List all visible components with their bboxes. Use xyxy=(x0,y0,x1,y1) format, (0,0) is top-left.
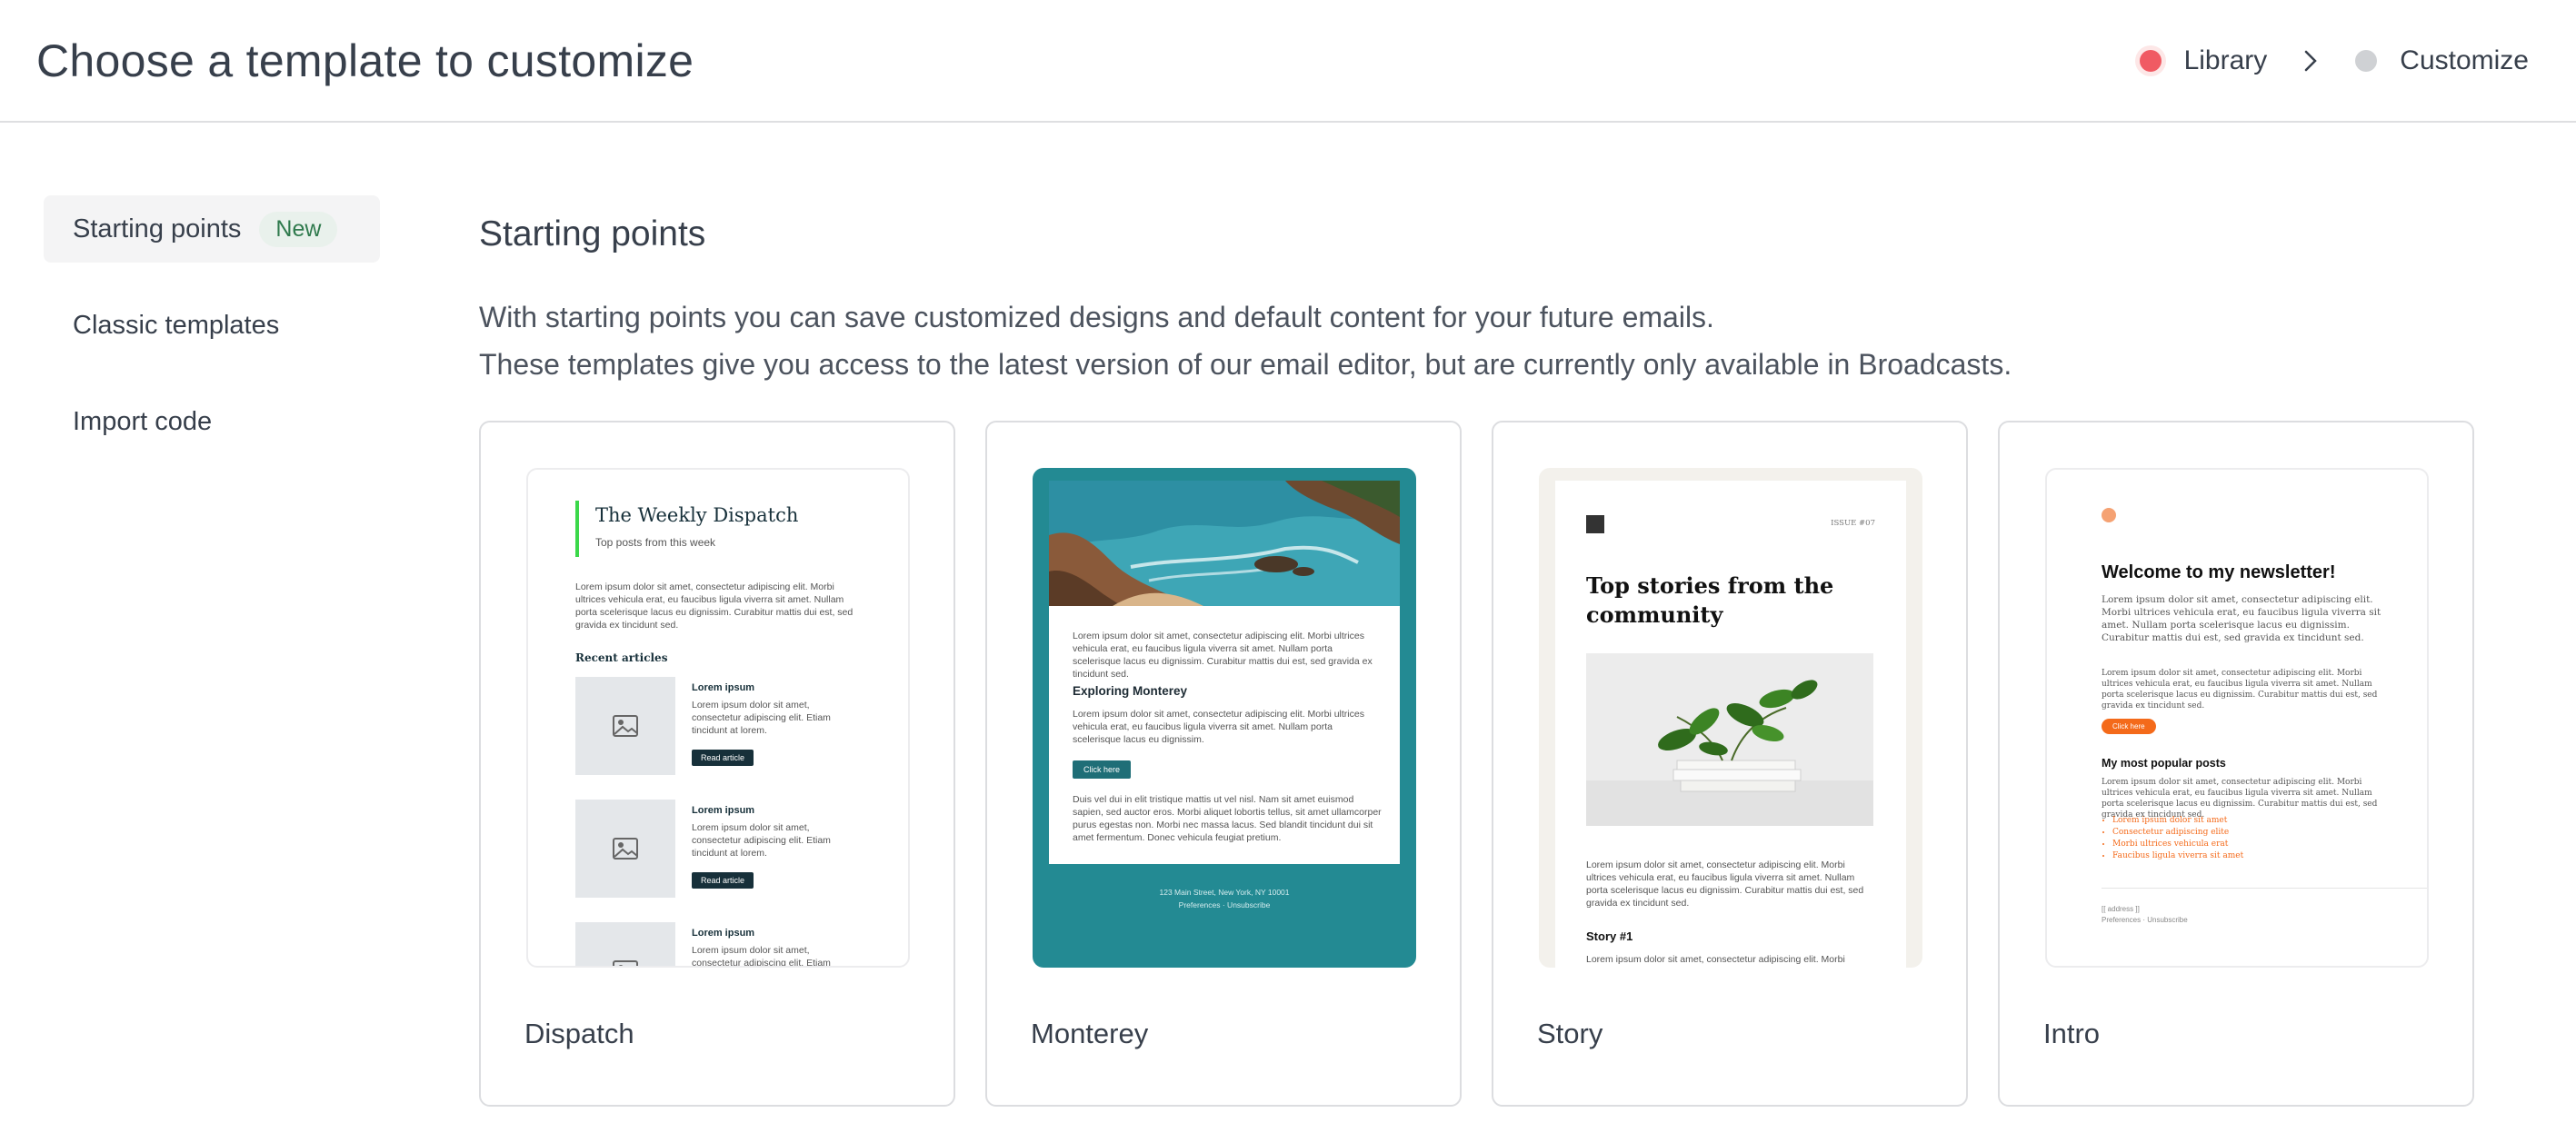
issue-number: ISSUE #07 xyxy=(1831,519,1875,528)
story-title: Story #1 xyxy=(1586,929,1633,943)
template-preview: Welcome to my newsletter! Lorem ipsum do… xyxy=(2045,468,2429,968)
preview-paragraph: Lorem ipsum dolor sit amet, consectetur … xyxy=(575,581,854,631)
preview-paragraph: Lorem ipsum dolor sit amet, consectetur … xyxy=(1073,631,1373,680)
step-library[interactable]: Library xyxy=(2134,45,2268,76)
list-item: Lorem ipsum dolor sit amet xyxy=(2112,815,2243,827)
sidebar-item-label: Classic templates xyxy=(73,310,280,340)
preview-paragraph: Lorem ipsum dolor sit amet, consectetur … xyxy=(2102,594,2381,643)
click-here-button: Click here xyxy=(1073,760,1132,779)
article-title: Lorem ipsum xyxy=(692,805,755,816)
footer-links: Preferences · Unsubscribe xyxy=(2102,916,2188,924)
logo-icon xyxy=(1586,515,1604,533)
list-item: Faucibus ligula viverra sit amet xyxy=(2112,850,2243,862)
template-name: Dispatch xyxy=(524,1018,634,1049)
accent-bar xyxy=(575,501,579,557)
progress-stepper: Library Customize xyxy=(2134,40,2529,82)
template-card-intro[interactable]: Welcome to my newsletter! Lorem ipsum do… xyxy=(1998,421,2474,1107)
page-title: Choose a template to customize xyxy=(36,35,694,86)
article-title: Lorem ipsum xyxy=(692,682,755,693)
step-inactive-indicator-icon xyxy=(2351,45,2381,76)
preview-title: The Weekly Dispatch xyxy=(595,504,799,526)
preview-paragraph: Duis vel dui in elit tristique mattis ut… xyxy=(1073,794,1382,843)
sidebar-nav: Starting points New Classic templates Im… xyxy=(44,195,380,484)
footer-links: Preferences · Unsubscribe xyxy=(1178,900,1271,909)
article-body: Lorem ipsum dolor sit amet, consectetur … xyxy=(692,700,831,736)
email-body: Lorem ipsum dolor sit amet, consectetur … xyxy=(1049,606,1400,864)
preview-subtitle: Top posts from this week xyxy=(595,536,716,549)
preview-article: Lorem ipsum Lorem ipsum dolor sit amet, … xyxy=(575,800,866,899)
preview-paragraph: Lorem ipsum dolor sit amet, consectetur … xyxy=(1586,860,1864,909)
preview-footer: [[ address ]] Preferences · Unsubscribe xyxy=(2102,904,2188,926)
image-placeholder-icon xyxy=(575,922,675,966)
read-article-button: Read article xyxy=(692,872,754,889)
section-title: Starting points xyxy=(479,214,706,253)
footer-address: 123 Main Street, New York, NY 10001 xyxy=(1159,888,1290,897)
step-library-label: Library xyxy=(2183,45,2268,75)
section-description: With starting points you can save custom… xyxy=(479,293,2012,388)
list-item: Consectetur adipiscing elite xyxy=(2112,827,2243,839)
preview-heading: Recent articles xyxy=(575,651,668,664)
step-customize-label: Customize xyxy=(2400,45,2529,75)
chevron-right-icon xyxy=(2303,49,2318,73)
preview-paragraph: Lorem ipsum dolor sit amet, consectetur … xyxy=(2102,669,2378,711)
plant-photo xyxy=(1586,653,1873,826)
email-body: ISSUE #07 Top stories from the community xyxy=(1555,481,1906,968)
preview-paragraph: Lorem ipsum dolor sit amet, consectetur … xyxy=(1073,709,1364,745)
sidebar-item-label: Import code xyxy=(73,406,213,436)
click-here-button: Click here xyxy=(2102,719,2156,734)
template-preview: Lorem ipsum dolor sit amet, consectetur … xyxy=(1033,468,1416,968)
template-card-story[interactable]: ISSUE #07 Top stories from the community xyxy=(1492,421,1968,1107)
preview-article: Lorem ipsum Lorem ipsum dolor sit amet, … xyxy=(575,922,866,968)
template-card-dispatch[interactable]: The Weekly Dispatch Top posts from this … xyxy=(479,421,955,1107)
sidebar-item-import-code[interactable]: Import code xyxy=(44,388,380,455)
preview-subheading: My most popular posts xyxy=(2102,757,2226,770)
description-line: These templates give you access to the l… xyxy=(479,348,2012,381)
preview-footer: 123 Main Street, New York, NY 10001 Pref… xyxy=(1033,886,1416,911)
footer-address: [[ address ]] xyxy=(2102,905,2140,913)
sidebar-item-starting-points[interactable]: Starting points New xyxy=(44,195,380,263)
template-name: Story xyxy=(1537,1018,1603,1049)
preview-heading: Welcome to my newsletter! xyxy=(2102,562,2336,582)
description-line: With starting points you can save custom… xyxy=(479,301,1714,333)
step-customize[interactable]: Customize xyxy=(2351,45,2529,76)
coastline-photo xyxy=(1049,481,1400,606)
template-name: Monterey xyxy=(1031,1018,1149,1049)
page-header: Choose a template to customize Library C… xyxy=(0,0,2576,123)
template-card-monterey[interactable]: Lorem ipsum dolor sit amet, consectetur … xyxy=(985,421,1462,1107)
template-preview: The Weekly Dispatch Top posts from this … xyxy=(526,468,910,968)
template-grid: The Weekly Dispatch Top posts from this … xyxy=(479,421,2474,1107)
template-name: Intro xyxy=(2043,1018,2101,1049)
article-title: Lorem ipsum xyxy=(692,928,755,939)
article-body: Lorem ipsum dolor sit amet, consectetur … xyxy=(692,822,831,859)
list-item: Morbi ultrices vehicula erat xyxy=(2112,839,2243,850)
popular-posts-list: Lorem ipsum dolor sit amet Consectetur a… xyxy=(2112,815,2243,862)
divider xyxy=(2102,888,2427,889)
article-body: Lorem ipsum dolor sit amet, consectetur … xyxy=(692,945,831,968)
preview-paragraph: Lorem ipsum dolor sit amet, consectetur … xyxy=(1586,954,1845,965)
preview-paragraph: Lorem ipsum dolor sit amet, consectetur … xyxy=(2102,778,2378,820)
preview-article: Lorem ipsum Lorem ipsum dolor sit amet, … xyxy=(575,677,866,777)
read-article-button: Read article xyxy=(692,750,754,766)
avatar-dot-icon xyxy=(2102,508,2116,522)
new-badge: New xyxy=(259,211,338,247)
sidebar-item-label: Starting points xyxy=(73,214,242,243)
image-placeholder-icon xyxy=(575,800,675,898)
preview-heading: Exploring Monterey xyxy=(1073,684,1188,698)
step-active-indicator-icon xyxy=(2134,45,2166,76)
image-placeholder-icon xyxy=(575,677,675,775)
preview-heading: Top stories from the community xyxy=(1586,572,1834,628)
template-preview: ISSUE #07 Top stories from the community xyxy=(1539,468,1922,968)
sidebar-item-classic-templates[interactable]: Classic templates xyxy=(44,292,380,359)
